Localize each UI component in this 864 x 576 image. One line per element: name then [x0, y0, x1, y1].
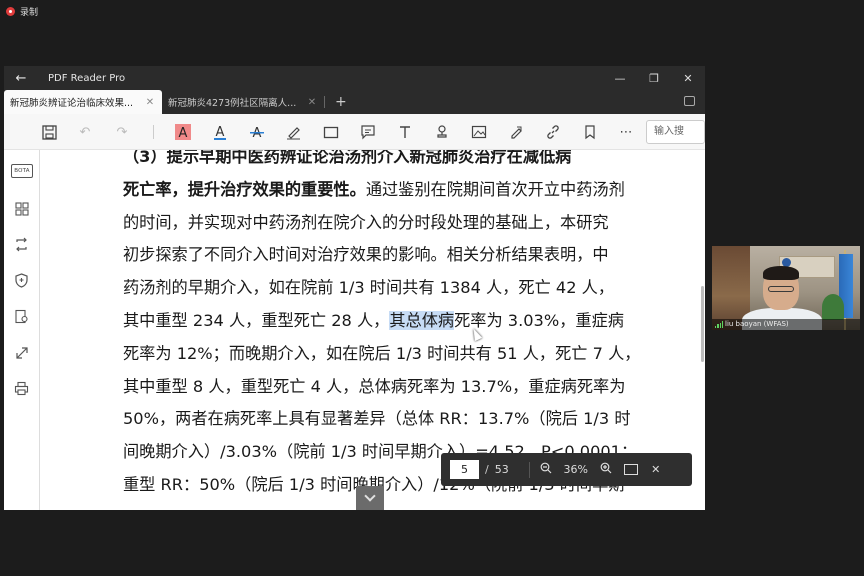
strikethrough-icon[interactable]: A: [248, 123, 266, 141]
link-icon[interactable]: [544, 123, 562, 141]
tab-label: 新冠肺炎辨证论治临床效果...: [10, 98, 134, 109]
zoom-level[interactable]: 36%: [556, 463, 596, 476]
restore-button[interactable]: ❐: [637, 72, 671, 85]
text-line: 药汤剂的早期介入，如在院前 1/3 时间共有 1384 人，死亡 42 人，: [123, 278, 615, 298]
page-separator: /: [485, 463, 489, 476]
print-icon[interactable]: [13, 380, 30, 397]
tab-label: 新冠肺炎4273例社区隔离人...: [168, 98, 297, 109]
close-pager-icon[interactable]: ✕: [646, 463, 666, 476]
stamp-icon[interactable]: [433, 123, 451, 141]
image-icon[interactable]: [470, 123, 488, 141]
highlight-text-icon[interactable]: A: [174, 123, 192, 141]
speaker-hair: [763, 266, 799, 280]
convert-icon[interactable]: [13, 236, 30, 253]
text-line: （3）提示早期中医药辨证论治汤剂介入新冠肺炎治疗在减低病: [123, 150, 572, 166]
recording-indicator: 录制: [0, 0, 864, 22]
zoom-out-icon[interactable]: [536, 462, 556, 477]
speaker-glasses: [768, 286, 794, 292]
vertical-scrollbar[interactable]: [701, 286, 704, 362]
text-color-icon[interactable]: A: [211, 123, 229, 141]
close-tab-icon[interactable]: ✕: [306, 97, 318, 108]
new-tab-button[interactable]: +: [329, 94, 353, 114]
page-navigation-bar: 5 / 53 36% ✕: [441, 453, 692, 486]
comment-icon[interactable]: [359, 123, 377, 141]
tab-bar: 新冠肺炎辨证论治临床效果... ✕ 新冠肺炎4273例社区隔离人... ✕ +: [4, 90, 705, 114]
recording-label: 录制: [20, 7, 39, 18]
freehand-icon[interactable]: [285, 123, 303, 141]
rectangle-icon[interactable]: [322, 123, 340, 141]
tab-document-2[interactable]: 新冠肺炎4273例社区隔离人... ✕: [162, 90, 324, 114]
toolbar-divider: [153, 125, 154, 139]
text-line: 死亡率，提升治疗效果的重要性。通过鉴别在院期间首次开立中药汤剂: [123, 179, 625, 199]
text-line: 的时间，并实现对中药汤剂在院介入的分时段处理的基础上，本研究: [123, 212, 609, 232]
annotation-toolbar: ↶ ↷ A A A ⋯ 输入搜: [4, 114, 705, 150]
app-title: PDF Reader Pro: [48, 72, 126, 84]
text-line: 其中重型 234 人，重型死亡 28 人，其总体病死率为 3.03%，重症病: [123, 310, 624, 330]
plant: [822, 294, 844, 320]
left-sidebar: BOTA: [4, 150, 40, 510]
more-icon[interactable]: ⋯: [617, 123, 635, 141]
svg-text:A: A: [216, 125, 225, 140]
back-arrow-icon[interactable]: ←: [4, 71, 38, 86]
collapse-chevron-button[interactable]: [356, 486, 384, 510]
undo-icon[interactable]: ↶: [76, 123, 94, 141]
text-line: 死率为 12%；而晚期介入，如在院后 1/3 时间共有 51 人，死亡 7 人，: [123, 343, 641, 363]
tab-document-1[interactable]: 新冠肺炎辨证论治临床效果... ✕: [4, 90, 162, 114]
text-line: 初步探索了不同介入时间对治疗效果的影响。相关分析结果表明，中: [123, 245, 609, 265]
signature-icon[interactable]: [507, 123, 525, 141]
minimize-button[interactable]: —: [603, 72, 637, 85]
fit-page-icon[interactable]: [623, 464, 638, 475]
zoom-in-icon[interactable]: [596, 462, 616, 477]
close-tab-icon[interactable]: ✕: [144, 97, 156, 108]
bota-panel-button[interactable]: BOTA: [11, 164, 33, 178]
participant-video-tile[interactable]: liu baoyan (WFAS): [712, 246, 860, 330]
redo-icon[interactable]: ↷: [113, 123, 131, 141]
participant-name: liu baoyan (WFAS): [712, 319, 860, 330]
tab-overview-icon[interactable]: [684, 96, 695, 106]
save-icon[interactable]: [40, 123, 58, 141]
text-line: 50%，两者在病死率上具有显著差异（总体 RR：13.7%（院后 1/3 时: [123, 409, 631, 429]
close-window-button[interactable]: ✕: [671, 72, 705, 85]
title-bar: ← PDF Reader Pro — ❐ ✕: [4, 66, 705, 90]
text-box-icon[interactable]: [396, 123, 414, 141]
pager-divider: [528, 461, 530, 478]
security-icon[interactable]: [13, 272, 30, 289]
record-icon: [6, 6, 15, 16]
page-text: （3）提示早期中医药辨证论治汤剂介入新冠肺炎治疗在减低病 死亡率，提升治疗效果的…: [123, 150, 641, 502]
signal-strength-icon: [715, 321, 723, 328]
tab-divider: [324, 96, 325, 108]
fullscreen-icon[interactable]: [13, 344, 30, 361]
total-pages: 53: [494, 463, 509, 476]
text-selection: 其总体病: [389, 310, 455, 330]
svg-text:A: A: [179, 126, 188, 140]
current-page-input[interactable]: 5: [450, 460, 479, 479]
pdf-reader-window: ← PDF Reader Pro — ❐ ✕ 新冠肺炎辨证论治临床效果... ✕…: [4, 66, 705, 510]
bookmark-icon[interactable]: [581, 123, 599, 141]
settings-icon[interactable]: [13, 308, 30, 325]
text-line: 其中重型 8 人，重型死亡 4 人，总体病死率为 13.7%，重症病死率为: [123, 376, 626, 396]
chevron-down-icon: [364, 490, 376, 502]
thumbnails-icon[interactable]: [13, 200, 30, 217]
search-input[interactable]: 输入搜: [646, 120, 705, 144]
